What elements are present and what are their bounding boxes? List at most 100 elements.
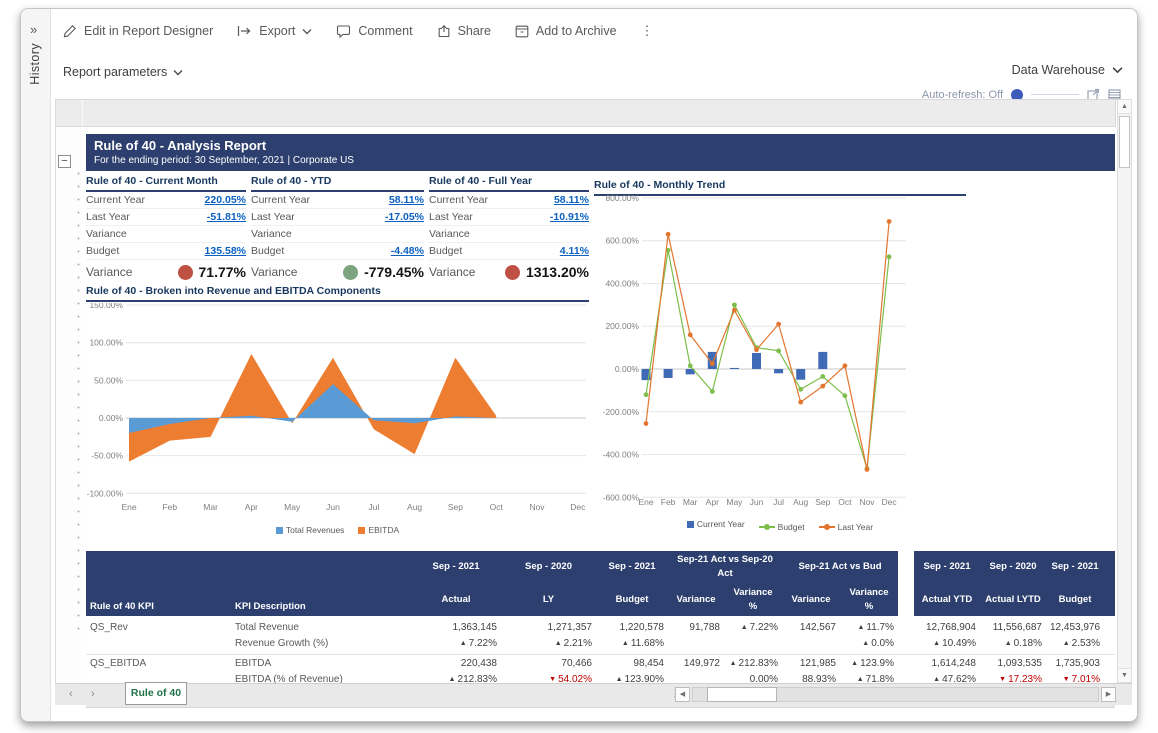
data-source-dropdown[interactable]: Data Warehouse (1012, 63, 1123, 77)
expand-panel-icon[interactable]: » (30, 22, 37, 37)
kpi-value-link[interactable]: -10.91% (550, 211, 589, 223)
table-cell: 220,438 (411, 655, 501, 672)
variance-value: 71.77% (199, 264, 246, 280)
col-subheader: Budget (596, 584, 668, 617)
kpi-value-link[interactable]: 4.11% (560, 245, 589, 257)
table-cell (782, 636, 840, 655)
tab-next-icon[interactable]: › (91, 688, 95, 700)
kpi-label: Variance (86, 265, 132, 279)
tab-prev-icon[interactable]: ‹ (69, 688, 73, 700)
svg-text:Jun: Jun (750, 497, 764, 507)
table-cell: ▲2.21% (501, 636, 596, 655)
table-cell: ▲2.53% (1046, 636, 1104, 655)
table-row: QS_RevTotal Revenue1,363,1451,271,3571,2… (86, 616, 1115, 636)
scroll-left-icon[interactable]: ◀ (675, 687, 690, 702)
column-group-spacer (898, 655, 914, 672)
kpi-panel-current-month: Rule of 40 - Current Month Current Year2… (86, 173, 246, 283)
vertical-scroll-thumb[interactable] (1119, 116, 1130, 168)
kebab-menu-icon[interactable]: ⋮ (641, 23, 654, 39)
kpi-code-cell: QS_Rev (86, 616, 231, 636)
tab-rule-of-40[interactable]: Rule of 40 (125, 682, 187, 705)
kpi-value-link[interactable]: 58.11% (389, 194, 424, 206)
report-parameters-toggle[interactable]: Report parameters (63, 65, 183, 79)
vertical-scrollbar[interactable]: ▲ ▼ (1117, 99, 1132, 683)
legend-item: EBITDA (358, 525, 399, 535)
column-header-band (55, 99, 1116, 127)
kpi-value-link[interactable]: 58.11% (554, 194, 589, 206)
svg-text:Sep: Sep (448, 502, 463, 512)
history-rail: » History (21, 9, 51, 721)
kpi-label: Variance (251, 228, 292, 240)
table-cell: 11,556,687 (980, 616, 1046, 636)
share-label: Share (458, 24, 491, 38)
variance-value: -779.45% (364, 264, 424, 280)
kpi-value-link[interactable]: -17.05% (385, 211, 424, 223)
table-cell: 1,220,578 (596, 616, 668, 636)
status-circle (178, 265, 193, 280)
svg-text:-100.00%: -100.00% (87, 488, 124, 498)
kpi-value-link[interactable]: -4.48% (391, 245, 424, 257)
export-button[interactable]: Export (237, 24, 312, 38)
table-cell: ▲11.7% (840, 616, 898, 636)
table-cell: ▲0.0% (840, 636, 898, 655)
scroll-right-icon[interactable]: ▶ (1101, 687, 1116, 702)
toolbar: Edit in Report Designer Export Comment S… (63, 20, 654, 42)
report-subtitle: For the ending period: 30 September, 202… (94, 155, 1107, 166)
svg-text:-400.00%: -400.00% (603, 450, 640, 460)
panel-title: Rule of 40 - Current Month (86, 173, 246, 192)
kpi-label: Variance (86, 228, 127, 240)
history-rail-label: History (28, 43, 42, 85)
row-outline-gutter (55, 127, 81, 683)
add-to-archive-button[interactable]: Add to Archive (515, 24, 617, 38)
col-header-filler (1104, 551, 1115, 616)
table-cell: ▲7.22% (411, 636, 501, 655)
kpi-description-cell: Total Revenue (231, 616, 411, 636)
filler-cell (1104, 655, 1115, 672)
table-cell: ▲0.18% (980, 636, 1046, 655)
edit-in-designer-button[interactable]: Edit in Report Designer (63, 24, 213, 38)
status-circle (505, 265, 520, 280)
kpi-value-link[interactable]: -51.81% (207, 211, 246, 223)
svg-text:800.00%: 800.00% (605, 195, 639, 203)
archive-icon (515, 25, 529, 38)
kpi-panel-full-year: Rule of 40 - Full Year Current Year58.11… (429, 173, 589, 283)
svg-text:Dec: Dec (882, 497, 898, 507)
table-cell: ▲123.9% (840, 655, 898, 672)
scroll-down-icon[interactable]: ▼ (1118, 668, 1131, 682)
svg-text:Ene: Ene (121, 502, 136, 512)
table-cell: 1,093,535 (980, 655, 1046, 672)
table-cell: 1,271,357 (501, 616, 596, 636)
col-subheader: Budget (1046, 584, 1104, 617)
kpi-label: Current Year (251, 194, 310, 206)
comment-button[interactable]: Comment (336, 24, 412, 38)
filler-cell (1104, 636, 1115, 655)
col-subheader: Variance % (840, 584, 898, 617)
col-header: Sep - 2021 (914, 551, 980, 584)
monthly-trend-combo-chart: 800.00%600.00%400.00%200.00%0.00%-200.00… (594, 195, 916, 515)
svg-text:Dec: Dec (570, 502, 586, 512)
chart-title-monthly-trend: Rule of 40 - Monthly Trend (594, 177, 966, 196)
collapse-outline-button[interactable]: − (58, 155, 71, 168)
svg-text:Sep: Sep (815, 497, 830, 507)
horizontal-scroll-thumb[interactable] (707, 687, 777, 702)
kpi-label: Current Year (429, 194, 488, 206)
table-cell: ▲212.83% (724, 655, 782, 672)
edit-label: Edit in Report Designer (84, 24, 213, 38)
kpi-value-link[interactable]: 135.58% (205, 245, 246, 257)
revenue-ebitda-area-chart: 150.00%100.00%50.00%0.00%-50.00%-100.00%… (86, 303, 589, 518)
table-cell: ▲11.68% (596, 636, 668, 655)
filler-cell (1104, 616, 1115, 636)
table-cell: ▲7.22% (724, 616, 782, 636)
kpi-label: Last Year (86, 211, 130, 223)
status-circle (343, 265, 358, 280)
scroll-up-icon[interactable]: ▲ (1118, 100, 1131, 114)
share-button[interactable]: Share (437, 24, 491, 38)
table-cell (668, 636, 724, 655)
col-subheader: Variance (782, 584, 840, 617)
kpi-value-link[interactable]: 220.05% (205, 194, 246, 206)
archive-label: Add to Archive (536, 24, 617, 38)
comment-label: Comment (358, 24, 412, 38)
col-group-header: Sep-21 Act vs Bud (782, 551, 898, 584)
column-group-spacer (898, 551, 914, 616)
kpi-label: Budget (86, 245, 119, 257)
